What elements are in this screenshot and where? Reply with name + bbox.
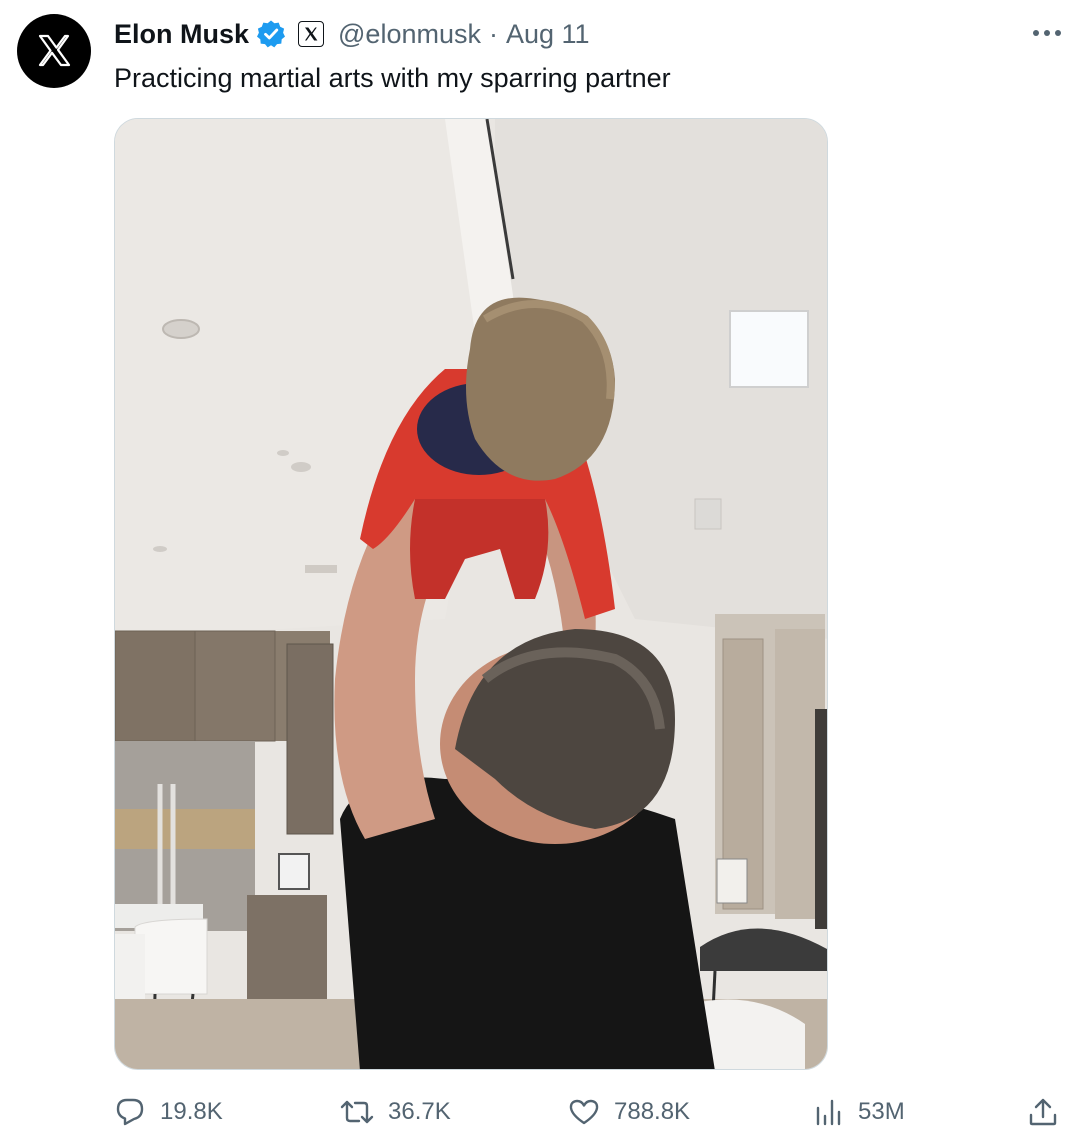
more-button[interactable] (1030, 20, 1064, 46)
photo-illustration (115, 119, 827, 1069)
repost-count: 36.7K (388, 1098, 451, 1125)
like-button[interactable]: 788.8K (568, 1088, 690, 1136)
verified-badge-icon[interactable] (256, 19, 286, 49)
reply-icon (116, 1098, 144, 1126)
author-handle[interactable]: @elonmusk (338, 19, 481, 50)
tweet-header: Elon Musk @elonmusk · Aug 11 (114, 14, 590, 54)
like-count: 788.8K (614, 1098, 691, 1125)
views-button[interactable]: 53M (814, 1088, 905, 1136)
tweet-text: Practicing martial arts with my sparring… (114, 63, 671, 93)
views-chart-icon (816, 1099, 841, 1126)
views-count: 53M (858, 1098, 905, 1125)
share-icon (1029, 1098, 1057, 1126)
more-dots-icon (1033, 30, 1061, 36)
reply-count: 19.8K (160, 1098, 223, 1125)
repost-icon (340, 1100, 374, 1124)
tweet: Elon Musk @elonmusk · Aug 11 Practicing … (0, 0, 1080, 1138)
avatar[interactable] (17, 14, 91, 88)
dot-separator: · (488, 18, 498, 49)
author-name[interactable]: Elon Musk (114, 19, 249, 50)
reply-button[interactable]: 19.8K (114, 1088, 223, 1136)
share-button[interactable] (1028, 1088, 1058, 1136)
x-affiliate-icon[interactable] (298, 21, 325, 47)
x-logo-icon (38, 34, 71, 67)
tweet-photo[interactable] (114, 118, 828, 1070)
heart-icon (569, 1099, 599, 1125)
action-bar: 19.8K 36.7K 788.8K 53M (0, 1088, 1080, 1136)
repost-button[interactable]: 36.7K (340, 1088, 451, 1136)
tweet-date[interactable]: Aug 11 (506, 19, 590, 50)
